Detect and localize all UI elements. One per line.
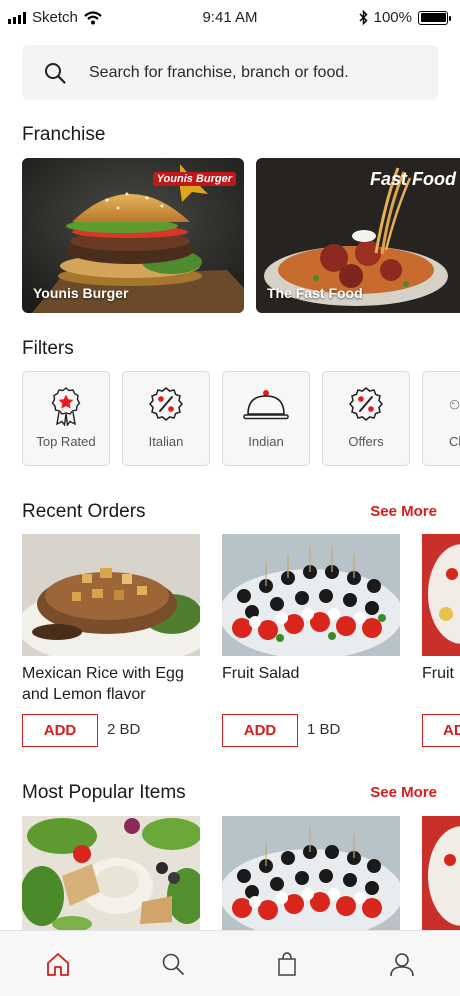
search-input[interactable] xyxy=(89,63,419,82)
younis-burger-logo: Younis Burger xyxy=(152,172,236,186)
percent-badge-icon xyxy=(349,387,383,421)
status-right: 100% xyxy=(359,9,451,26)
cloche-icon xyxy=(243,390,289,420)
franchise-title: Franchise xyxy=(22,124,106,145)
filters-title: Filters xyxy=(22,338,74,359)
fast-food-logo: Fast Food xyxy=(370,169,456,189)
item-price: 2 BD xyxy=(107,721,141,738)
search-bar[interactable] xyxy=(22,45,438,100)
fruit-salad-photo[interactable] xyxy=(222,534,400,656)
fruit-photo-partial[interactable] xyxy=(422,534,460,656)
percent-badge-icon xyxy=(449,399,460,410)
battery-percent: 100% xyxy=(373,9,412,26)
order-item-name: Mexican Rice with Egg and Lemon flavor xyxy=(22,665,184,703)
popular-title: Most Popular Items xyxy=(22,782,186,803)
add-button[interactable]: AD xyxy=(422,714,460,747)
filter-partial[interactable]: Ch xyxy=(422,371,460,466)
tab-profile[interactable] xyxy=(387,949,417,979)
popular-item-photo[interactable] xyxy=(222,816,400,930)
award-star-icon xyxy=(51,387,81,426)
tab-search[interactable] xyxy=(158,949,188,979)
popular-see-more-link[interactable]: See More xyxy=(370,784,437,801)
order-item-name: Fruit Salad xyxy=(222,665,300,682)
filter-indian[interactable]: Indian xyxy=(222,371,310,466)
bag-icon xyxy=(278,952,296,976)
popular-item-photo-partial[interactable] xyxy=(422,816,460,930)
franchise-card-fast-food[interactable]: Fast Food The Fast Food xyxy=(256,158,460,313)
add-button[interactable]: ADD xyxy=(22,714,98,747)
item-price: 1 BD xyxy=(307,721,341,738)
franchise-label: The Fast Food xyxy=(267,285,363,301)
filter-label: Indian xyxy=(248,434,284,449)
status-bar: Sketch 9:41 AM 100% xyxy=(0,0,460,36)
battery-icon xyxy=(418,10,451,25)
franchise-card-younis-burger[interactable]: Younis Burger Younis Burger xyxy=(22,158,244,313)
recent-orders-see-more-link[interactable]: See More xyxy=(370,503,437,520)
tab-home[interactable] xyxy=(43,949,73,979)
profile-icon xyxy=(390,953,414,977)
order-item-name: Fruit xyxy=(422,665,454,682)
bottom-tab-bar xyxy=(0,930,460,996)
bluetooth-icon xyxy=(359,10,368,25)
filter-label: Offers xyxy=(348,434,384,449)
filter-italian[interactable]: Italian xyxy=(122,371,210,466)
home-icon xyxy=(47,953,69,976)
franchise-label: Younis Burger xyxy=(33,285,129,301)
app-screen: Sketch 9:41 AM 100% Franchise xyxy=(0,0,460,996)
battery-fill xyxy=(420,13,446,22)
filter-top-rated[interactable]: Top Rated xyxy=(22,371,110,466)
filter-label: Ch xyxy=(449,434,460,449)
popular-item-photo[interactable] xyxy=(22,816,200,930)
mexican-rice-photo[interactable] xyxy=(22,534,200,656)
filter-label: Italian xyxy=(148,434,184,449)
search-icon xyxy=(45,62,66,84)
add-button[interactable]: ADD xyxy=(222,714,298,747)
percent-badge-icon xyxy=(149,387,183,421)
filter-label: Top Rated xyxy=(36,434,96,449)
tab-bag[interactable] xyxy=(272,949,302,979)
recent-orders-title: Recent Orders xyxy=(22,501,146,522)
filter-offers[interactable]: Offers xyxy=(322,371,410,466)
search-icon xyxy=(162,953,184,975)
